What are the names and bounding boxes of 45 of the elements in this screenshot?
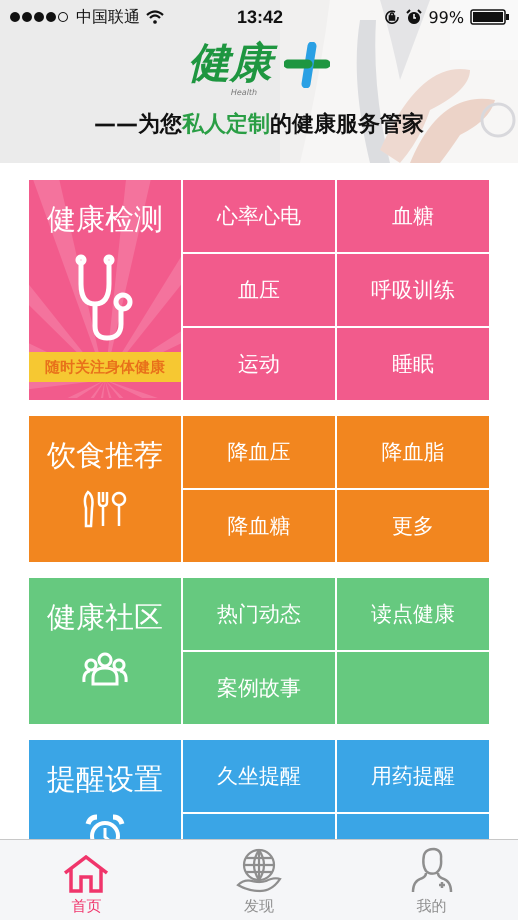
menu-cell[interactable]: 呼吸训练 bbox=[337, 254, 489, 326]
logo-text: 健康 bbox=[188, 38, 280, 88]
menu-cell[interactable]: 心率心电 bbox=[183, 180, 335, 252]
menu-cell[interactable]: 降血脂 bbox=[337, 416, 489, 488]
globe-hand-icon bbox=[236, 847, 282, 893]
tab-item[interactable]: 首页 bbox=[0, 840, 173, 920]
menu-cell[interactable]: 血糖 bbox=[337, 180, 489, 252]
plus-icon bbox=[284, 42, 330, 88]
people-icon bbox=[82, 652, 128, 686]
home-icon bbox=[63, 855, 110, 893]
signal-icon bbox=[10, 12, 70, 22]
category-tile[interactable]: 健康检测 随时关注身体健康 bbox=[29, 180, 181, 400]
menu-cell[interactable]: 更多 bbox=[337, 490, 489, 562]
alarm-icon bbox=[406, 9, 422, 25]
category-tile[interactable]: 提醒设置 bbox=[29, 740, 181, 840]
menu-cell[interactable]: 用药提醒 bbox=[337, 740, 489, 812]
user-icon bbox=[410, 847, 454, 893]
category-title: 健康检测 bbox=[47, 201, 163, 238]
menu-cell[interactable]: 热门动态 bbox=[183, 578, 335, 650]
tab-item[interactable]: 我的 bbox=[345, 840, 518, 920]
category-tile[interactable]: 健康社区 bbox=[29, 578, 181, 724]
menu-cell[interactable]: 久坐提醒 bbox=[183, 740, 335, 812]
menu-cell[interactable]: 睡眠 bbox=[337, 328, 489, 400]
category-tile[interactable]: 饮食推荐 bbox=[29, 416, 181, 562]
slogan-ribbon: 随时关注身体健康 bbox=[29, 352, 181, 382]
rotation-lock-icon bbox=[384, 9, 400, 25]
category-title: 健康社区 bbox=[47, 599, 163, 636]
category-title: 饮食推荐 bbox=[47, 437, 163, 474]
menu-cell[interactable]: 读点健康 bbox=[337, 578, 489, 650]
menu-cell[interactable]: 运动 bbox=[183, 328, 335, 400]
menu-cell[interactable]: 降血压 bbox=[183, 416, 335, 488]
status-time: 13:42 bbox=[236, 6, 284, 28]
stethoscope-icon bbox=[75, 254, 135, 342]
carrier-name: 中国联通 bbox=[76, 6, 140, 28]
category-title: 提醒设置 bbox=[47, 761, 163, 798]
logo-subtitle: Health bbox=[230, 88, 258, 98]
wifi-icon bbox=[146, 10, 164, 24]
tab-item[interactable]: 发现 bbox=[172, 840, 346, 920]
tagline: ——为您私人定制的健康服务管家 bbox=[94, 110, 424, 140]
menu-cell[interactable]: 血压 bbox=[183, 254, 335, 326]
battery-percent: 99% bbox=[428, 8, 464, 26]
menu-cell[interactable]: 案例故事 bbox=[183, 652, 335, 724]
menu-cell[interactable]: 降血糖 bbox=[183, 490, 335, 562]
battery-icon bbox=[470, 9, 510, 25]
utensils-icon bbox=[82, 490, 128, 528]
